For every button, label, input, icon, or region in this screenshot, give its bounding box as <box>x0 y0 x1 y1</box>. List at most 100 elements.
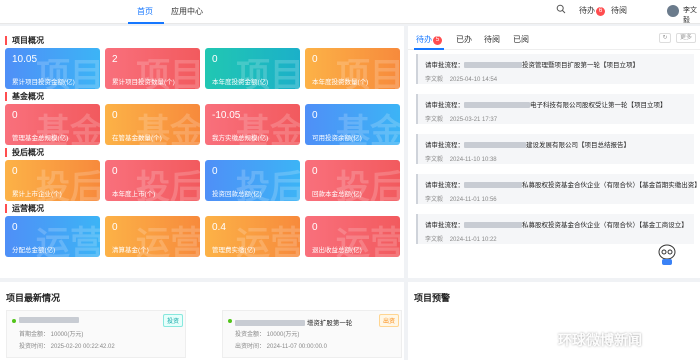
todo-meta: 李文毅 2025-04-10 14:54 <box>425 74 497 83</box>
project-name <box>19 317 79 325</box>
stat-label: 本年度上市(个) <box>112 191 156 198</box>
nav-tab-home[interactable]: 首页 <box>137 6 153 17</box>
project-tag: 投资 <box>162 314 183 327</box>
stat-value: 10.05 <box>12 54 38 65</box>
stat-value: 0 <box>12 166 18 177</box>
stat-value: 0 <box>312 166 318 177</box>
tab-todo-badge: 5 <box>433 36 442 45</box>
stat-label: 分配总金额(亿) <box>12 247 56 254</box>
stat-value: 0 <box>112 222 118 233</box>
todo-user: 李文毅 <box>425 237 444 243</box>
stat-value: 2 <box>112 54 118 65</box>
tab-to-read[interactable]: 待阅 <box>484 34 500 45</box>
todo-item[interactable]: 请审批流程： 私募股权投资基金合伙企业（有限合伙）【基金工商设立】 李文毅 2024… <box>416 214 694 244</box>
todo-user: 李文毅 <box>425 77 444 83</box>
tab-read[interactable]: 已阅 <box>513 34 529 45</box>
project-card[interactable]: 投资 首期金额： 10000(万元) 投资时间： 2025-02-20 00:2… <box>6 310 186 358</box>
redacted-block <box>464 221 522 228</box>
stat-label: 管理基金总规模(亿) <box>12 135 69 142</box>
overview-panel: 项目概况 项目 10.05 累计项目投资金额(亿) 项目 2 累计项目投资数量(个) 项目 0 本… <box>0 26 404 278</box>
stat-value: 0 <box>212 166 218 177</box>
stat-value: 0.4 <box>212 222 226 233</box>
todo-meta: 李文毅 2024-11-01 10:22 <box>425 234 497 243</box>
stat-label: 累计上市企业(个) <box>12 191 62 198</box>
assistant-robot-icon[interactable] <box>658 244 676 266</box>
todo-panel: 待办 5 已办 待阅 已阅 ↻ 更多 请审批流程： 投资管理暨项目扩股第一轮【项目立… <box>408 26 700 278</box>
stat-label: 本年度投资金额(亿) <box>212 79 269 86</box>
stat-card[interactable]: 运营 0.4 管理费实缴(亿) <box>205 216 300 257</box>
stat-card[interactable]: 投后 0 本年度上市(个) <box>105 160 200 201</box>
stat-label: 清算基金(个) <box>112 247 149 254</box>
stat-card[interactable]: 项目 0 本年度投资数量(个) <box>305 48 400 89</box>
status-dot-icon <box>228 319 232 323</box>
stat-label: 累计项目投资金额(亿) <box>12 79 75 86</box>
stat-card[interactable]: 投后 0 回款本金总额(亿) <box>305 160 400 201</box>
section-title: 运营概况 <box>5 204 44 213</box>
more-button[interactable]: 更多 <box>676 33 696 43</box>
user-name[interactable]: 李文毅 <box>683 5 700 25</box>
todo-link[interactable]: 待办 6 <box>579 5 605 16</box>
stat-label: 在管基金数量(个) <box>112 135 162 142</box>
stat-value: 0 <box>12 110 18 121</box>
todo-title: 请审批流程： 建设发展有限公司【项目总结报告】 <box>425 139 630 149</box>
stat-card[interactable]: 项目 2 累计项目投资数量(个) <box>105 48 200 89</box>
section-title: 项目概况 <box>5 36 44 45</box>
stat-value: 0 <box>312 54 318 65</box>
watermark-text: 环球微博新闻 <box>558 332 642 348</box>
tab-done[interactable]: 已办 <box>456 34 472 45</box>
stat-value: 0 <box>312 110 318 121</box>
todo-item[interactable]: 请审批流程： 建设发展有限公司【项目总结报告】 李文毅 2024-11-10 10:… <box>416 134 694 164</box>
project-time: 出资时间： 2024-11-07 00:00:00.0 <box>235 344 327 350</box>
todo-title: 请审批流程： 私募股权投资基金合伙企业（有限合伙）【基金首期实缴出资】 <box>425 179 700 189</box>
stat-card[interactable]: 项目 0 本年度投资金额(亿) <box>205 48 300 89</box>
top-navbar: 首页 应用中心 待办 6 待阅 李文毅 <box>0 0 700 24</box>
stat-label: 累计项目投资数量(个) <box>112 79 175 86</box>
stat-card[interactable]: 运营 0 退出收益总额(亿) <box>305 216 400 257</box>
stat-card[interactable]: 投后 0 累计上市企业(个) <box>5 160 100 201</box>
todo-item[interactable]: 请审批流程： 私募股权投资基金合伙企业（有限合伙）【基金首期实缴出资】 李文毅 20… <box>416 174 700 204</box>
stat-card[interactable]: 运营 0 分配总金额(亿) <box>5 216 100 257</box>
todo-title: 请审批流程： 电子科技有限公司股权受让第一轮【项目立项】 <box>425 99 667 109</box>
section-title: 投后概况 <box>5 148 44 157</box>
project-name-text: 增资扩股第一轮 <box>306 320 353 327</box>
stat-card[interactable]: 基金 0 可用投资余额(亿) <box>305 104 400 145</box>
stat-card[interactable]: 基金 0 在管基金数量(个) <box>105 104 200 145</box>
todo-date: 2024-11-01 10:56 <box>449 197 497 203</box>
stat-value: 0 <box>112 166 118 177</box>
todo-user: 李文毅 <box>425 117 444 123</box>
todo-item[interactable]: 请审批流程： 投资管理暨项目扩股第一轮【项目立项】 李文毅 2025-04-10 1… <box>416 54 694 84</box>
project-time: 投资时间： 2025-02-20 00:22:42.02 <box>19 344 115 350</box>
todo-suffix: 建设发展有限公司【项目总结报告】 <box>526 142 630 149</box>
refresh-icon[interactable]: ↻ <box>659 33 671 43</box>
status-dot-icon <box>12 319 16 323</box>
section-title: 基金概况 <box>5 92 44 101</box>
todo-prefix: 请审批流程： <box>425 182 464 189</box>
nav-tab-app-center[interactable]: 应用中心 <box>171 6 203 17</box>
stat-card[interactable]: 基金 -10.05 我方实缴总规模(亿) <box>205 104 300 145</box>
todo-item[interactable]: 请审批流程： 电子科技有限公司股权受让第一轮【项目立项】李文毅 2025-03-2… <box>416 94 694 124</box>
redacted-block <box>464 61 522 68</box>
todo-suffix: 投资管理暨项目扩股第一轮【项目立项】 <box>522 62 639 69</box>
stat-card[interactable]: 投后 0 投资回款总额(亿) <box>205 160 300 201</box>
read-link[interactable]: 待阅 <box>611 5 627 16</box>
avatar[interactable] <box>667 5 679 17</box>
stat-label: 可用投资余额(亿) <box>312 135 362 142</box>
stat-value: 0 <box>212 54 218 65</box>
stat-card[interactable]: 基金 0 管理基金总规模(亿) <box>5 104 100 145</box>
tab-todo[interactable]: 待办 5 <box>416 34 442 45</box>
stat-label: 回款本金总额(亿) <box>312 191 362 198</box>
stat-value: 0 <box>12 222 18 233</box>
todo-title: 请审批流程： 私募股权投资基金合伙企业（有限合伙）【基金工商设立】 <box>425 219 688 229</box>
todo-prefix: 请审批流程： <box>425 142 464 149</box>
todo-user: 李文毅 <box>425 157 444 163</box>
project-name: 增资扩股第一轮 <box>235 317 352 327</box>
project-card[interactable]: 增资扩股第一轮 出资 投资金额： 10000(万元) 出资时间： 2024-11… <box>222 310 402 358</box>
stat-value: -10.05 <box>212 110 241 121</box>
stat-value: 0 <box>312 222 318 233</box>
search-icon[interactable] <box>556 4 566 16</box>
latest-projects-title: 项目最新情况 <box>6 293 61 303</box>
stat-card[interactable]: 运营 0 清算基金(个) <box>105 216 200 257</box>
stat-card[interactable]: 项目 10.05 累计项目投资金额(亿) <box>5 48 100 89</box>
nav-active-indicator <box>128 22 164 24</box>
todo-date: 2025-03-21 17:37 <box>449 117 498 123</box>
